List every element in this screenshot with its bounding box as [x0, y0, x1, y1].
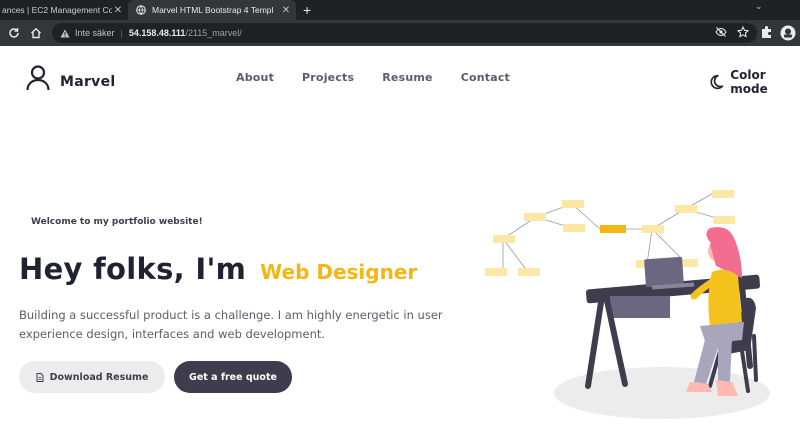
welcome-text: Welcome to my portfolio website!: [31, 217, 203, 227]
extensions-icon[interactable]: [760, 25, 774, 39]
download-resume-label: Download Resume: [49, 371, 149, 383]
main-nav: About Projects Resume Contact: [236, 71, 538, 84]
nav-contact[interactable]: Contact: [461, 71, 510, 84]
color-mode-toggle[interactable]: Color mode: [708, 68, 800, 96]
new-tab-icon[interactable]: +: [303, 2, 311, 18]
brand-name: Marvel: [60, 74, 116, 90]
color-mode-label: Color mode: [730, 68, 768, 96]
mindmap-graphic: [485, 190, 735, 276]
nav-projects[interactable]: Projects: [302, 71, 354, 84]
document-icon: [36, 372, 44, 382]
hero-illustration: [485, 190, 770, 419]
user-outline-icon: [26, 65, 50, 91]
nav-about[interactable]: About: [236, 71, 274, 84]
url-host: 54.158.48.111: [128, 28, 186, 38]
tab-search-icon[interactable]: ⌄: [755, 2, 763, 12]
get-quote-button[interactable]: Get a free quote: [174, 361, 292, 393]
home-icon[interactable]: [28, 25, 44, 41]
close-tab-icon[interactable]: ✕: [280, 5, 292, 16]
security-label: Inte säker: [75, 28, 115, 38]
browser-toolbar: Inte säker | 54.158.48.111 /2115_marvel/: [0, 20, 800, 46]
floor-shadow: [554, 367, 770, 419]
url-path: /2115_marvel/: [185, 28, 242, 38]
moon-icon: [710, 74, 724, 90]
profile-avatar-icon[interactable]: [780, 25, 796, 41]
download-resume-button[interactable]: Download Resume: [19, 361, 165, 393]
globe-icon: [136, 5, 146, 15]
nav-resume[interactable]: Resume: [382, 71, 432, 84]
browser-tab-bar: ances | EC2 Management Co ✕ Marvel HTML …: [0, 0, 800, 20]
separator: |: [120, 28, 123, 38]
web-page: Marvel About Projects Resume Contact Col…: [0, 46, 800, 448]
tab-title: Marvel HTML Bootstrap 4 Templ: [152, 5, 274, 15]
reload-icon[interactable]: [6, 25, 22, 41]
site-brand[interactable]: Marvel: [26, 65, 116, 91]
browser-tab-active[interactable]: Marvel HTML Bootstrap 4 Templ ✕: [128, 0, 296, 20]
eye-slash-icon[interactable]: [715, 26, 727, 38]
close-tab-icon[interactable]: ✕: [112, 5, 124, 16]
tab-title: ances | EC2 Management Co: [2, 5, 112, 15]
hero-lead: Building a successful product is a chall…: [19, 308, 443, 341]
warning-icon[interactable]: [60, 29, 70, 38]
hero-headline: Hey folks, I'm Web Designer: [19, 252, 417, 286]
address-bar[interactable]: Inte säker | 54.158.48.111 /2115_marvel/: [52, 23, 757, 43]
bookmark-star-icon[interactable]: [737, 26, 749, 38]
get-quote-label: Get a free quote: [189, 371, 277, 383]
headline-text: Hey folks, I'm: [19, 252, 247, 286]
browser-tab[interactable]: ances | EC2 Management Co ✕: [0, 0, 128, 20]
role-text: Web Designer: [260, 260, 418, 284]
